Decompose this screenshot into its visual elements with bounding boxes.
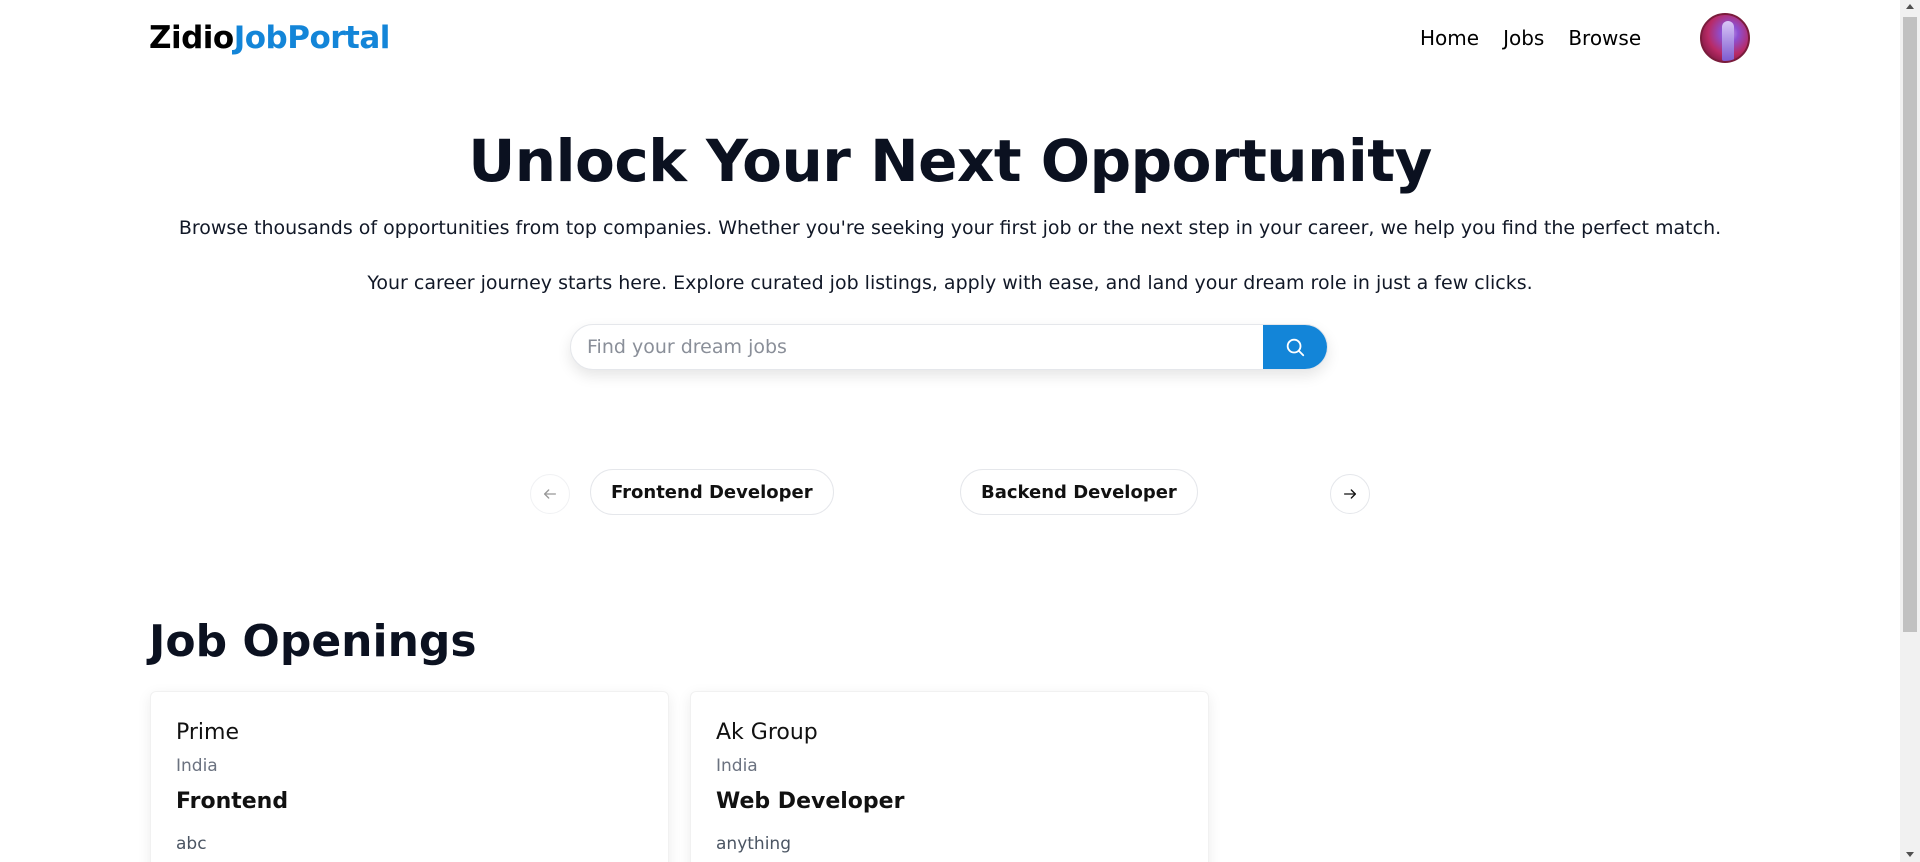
logo-text-primary: Zidio [149, 20, 234, 56]
job-card-role: Frontend [176, 789, 289, 814]
job-openings-title: Job Openings [149, 616, 477, 667]
scroll-down-arrow-icon[interactable] [1906, 852, 1914, 857]
job-card[interactable]: Prime India Frontend abc [150, 691, 669, 862]
navbar: ZidioJobPortal Home Jobs Browse [0, 0, 1900, 78]
job-card-company: Prime [176, 720, 240, 745]
user-avatar[interactable] [1700, 13, 1750, 63]
carousel-prev-button[interactable] [530, 474, 570, 514]
search-bar [570, 324, 1328, 370]
job-card[interactable]: Ak Group India Web Developer anything [690, 691, 1209, 862]
logo[interactable]: ZidioJobPortal [149, 20, 390, 56]
job-card-description: anything [716, 834, 791, 854]
nav-link-jobs[interactable]: Jobs [1503, 26, 1544, 50]
job-card-location: India [176, 756, 218, 776]
search-input[interactable] [571, 325, 1265, 369]
nav-link-browse[interactable]: Browse [1568, 26, 1641, 50]
job-card-company: Ak Group [716, 720, 818, 745]
nav-links: Home Jobs Browse [1420, 26, 1665, 50]
arrow-right-icon [1344, 489, 1356, 499]
category-chip-frontend-developer[interactable]: Frontend Developer [590, 469, 834, 515]
scroll-up-arrow-icon[interactable] [1906, 4, 1914, 9]
hero-title: Unlock Your Next Opportunity [468, 127, 1432, 195]
hero-subtitle-2: Your career journey starts here. Explore… [367, 272, 1533, 294]
nav-link-home[interactable]: Home [1420, 26, 1479, 50]
arrow-left-icon [544, 489, 556, 499]
avatar-figure [1722, 21, 1734, 61]
search-button[interactable] [1263, 325, 1327, 369]
hero-subtitle-1: Browse thousands of opportunities from t… [178, 217, 1722, 239]
search-icon [1286, 338, 1305, 357]
category-chip-backend-developer[interactable]: Backend Developer [960, 469, 1198, 515]
carousel-next-button[interactable] [1330, 474, 1370, 514]
job-card-role: Web Developer [716, 789, 905, 814]
logo-text-accent: JobPortal [233, 20, 391, 56]
scrollbar-thumb[interactable] [1903, 17, 1917, 632]
job-card-location: India [716, 756, 758, 776]
job-card-description: abc [176, 834, 207, 854]
